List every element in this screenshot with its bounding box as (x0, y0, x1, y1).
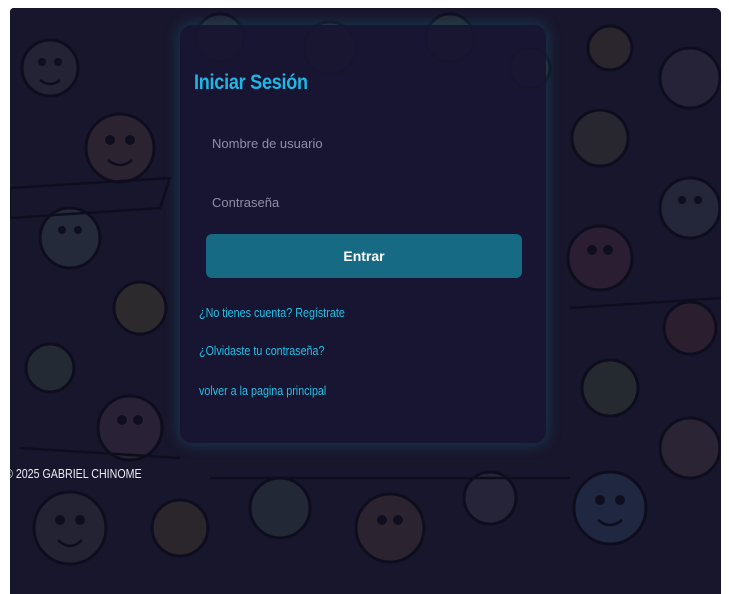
page-viewport: Iniciar Sesión Entrar ¿No tienes cuenta?… (10, 8, 721, 594)
password-input[interactable] (206, 185, 522, 219)
footer-copyright: © 2025 GABRIEL CHINOME (10, 466, 142, 481)
username-input[interactable] (206, 126, 522, 160)
forgot-password-link[interactable]: ¿Olvidaste tu contraseña? (199, 344, 324, 358)
login-title: Iniciar Sesión (194, 71, 308, 94)
submit-button[interactable]: Entrar (206, 234, 522, 278)
login-card: Iniciar Sesión Entrar ¿No tienes cuenta?… (180, 25, 546, 443)
home-link[interactable]: volver a la pagina principal (199, 384, 326, 398)
register-link[interactable]: ¿No tienes cuenta? Regístrate (199, 306, 345, 320)
